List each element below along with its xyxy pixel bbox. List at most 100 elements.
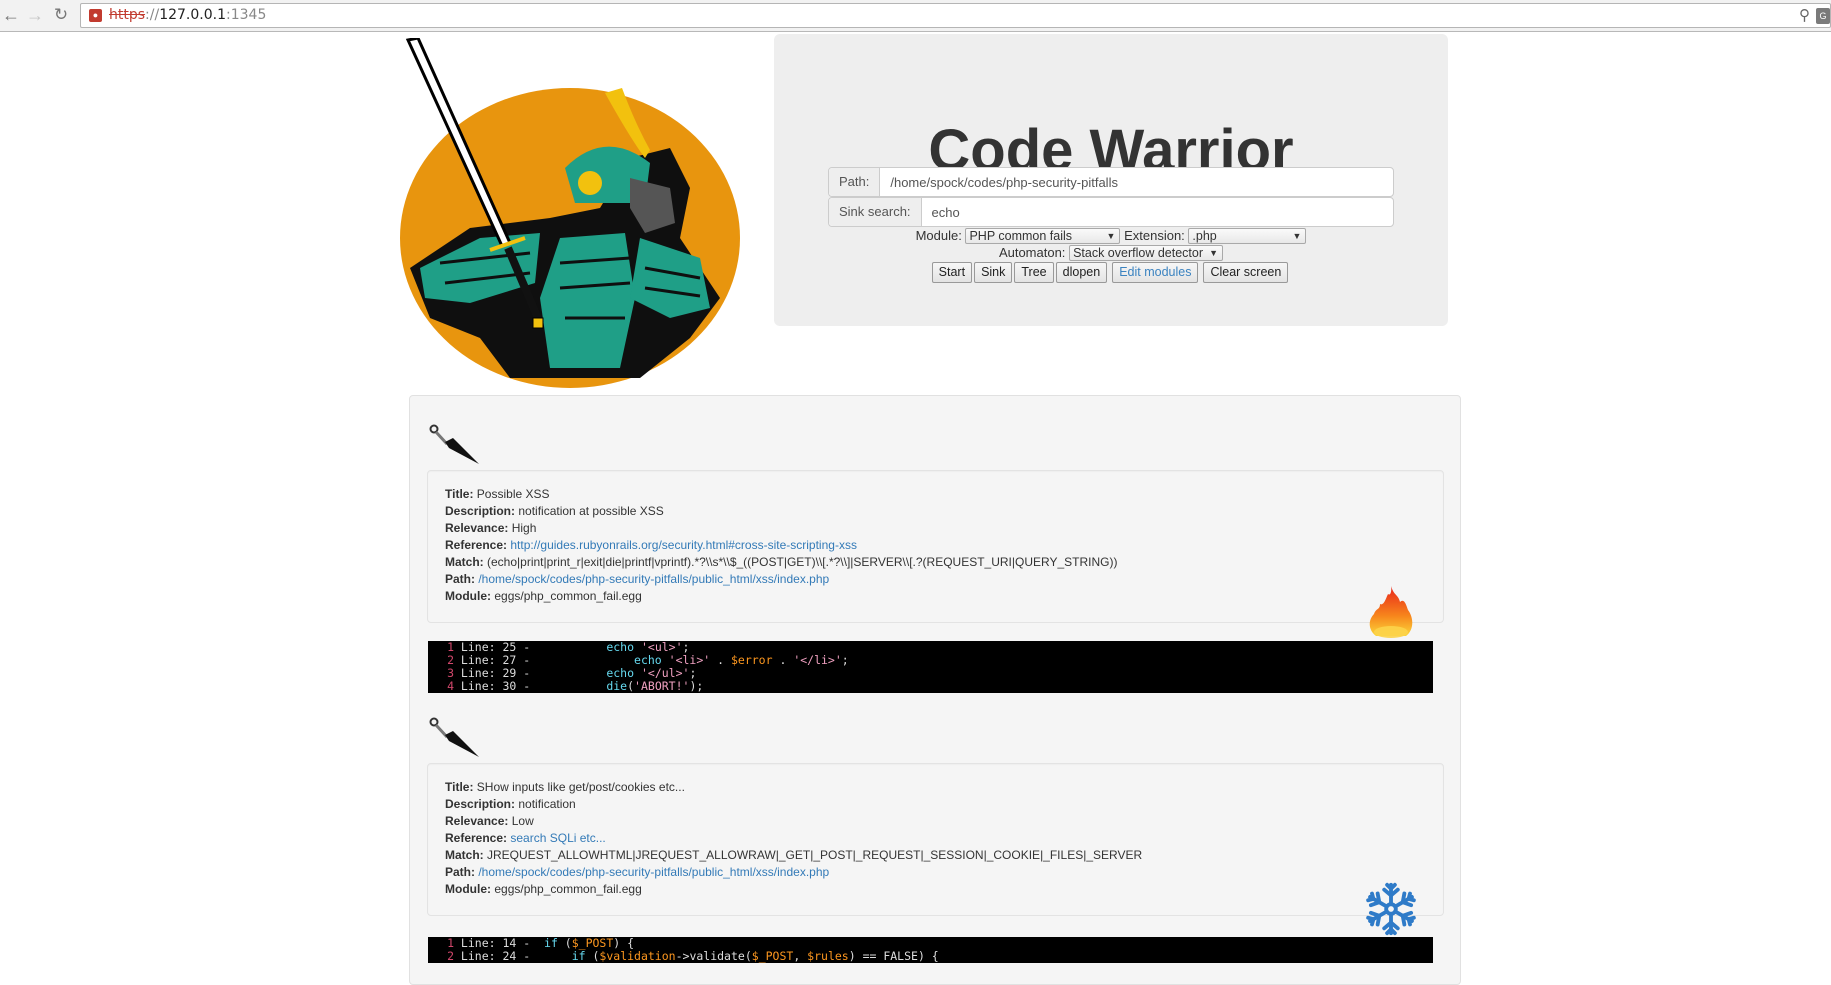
zoom-icon[interactable]: ⚲ (1799, 6, 1810, 24)
dropdown-arrow-icon: ▼ (1209, 248, 1219, 258)
code-token: echo (634, 653, 662, 667)
extension-select-value: .php (1192, 229, 1217, 243)
module-label: Module: (915, 228, 962, 243)
automaton-select[interactable]: Stack overflow detector ▼ (1069, 245, 1224, 261)
path-label: Path: (829, 168, 881, 196)
code-line: 2 Line: 24 - if ($validation->validate($… (428, 950, 1433, 963)
line-prefix: Line: 27 - (454, 653, 635, 667)
sink-search-input-group: Sink search: (828, 197, 1394, 227)
snowflake-icon (1364, 882, 1418, 936)
result-module: Module: eggs/php_common_fail.egg (445, 589, 642, 603)
sink-search-label: Sink search: (829, 198, 922, 226)
code-token: ( (627, 679, 635, 693)
result-card: Title: Possible XSS Description: notific… (427, 470, 1444, 623)
module-select[interactable]: PHP common fails ▼ (965, 228, 1121, 244)
edit-modules-button[interactable]: Edit modules (1112, 262, 1199, 283)
url-port: :1345 (226, 7, 267, 23)
line-prefix: Line: 30 - (454, 679, 607, 693)
code-token: if (571, 949, 586, 963)
result-relevance: Relevance: High (445, 521, 537, 535)
automaton-label: Automaton: (998, 245, 1066, 260)
code-token: ; (841, 653, 849, 667)
code-token: ); (689, 679, 704, 693)
code-token: $rules (807, 949, 849, 963)
code-token: ( (585, 949, 600, 963)
start-button[interactable]: Start (931, 262, 973, 283)
module-select-value: PHP common fails (969, 229, 1073, 243)
dropdown-arrow-icon: ▼ (1106, 231, 1116, 241)
result-match: Match: JREQUEST_ALLOWHTML|JREQUEST_ALLOW… (445, 848, 1143, 862)
code-token: . (710, 653, 731, 667)
code-token: $error (730, 653, 773, 667)
result-relevance: Relevance: Low (445, 814, 534, 828)
result-card: Title: SHow inputs like get/post/cookies… (427, 763, 1444, 916)
code-line: 4 Line: 30 - die('ABORT!'); (428, 680, 1433, 693)
results-panel: Title: Possible XSS Description: notific… (409, 395, 1461, 985)
code-token: ) == FALSE) { (848, 949, 939, 963)
kunai-icon (429, 717, 479, 757)
browser-toolbar: ← → ↻ ● https://127.0.0.1:1345 ⚲ G (0, 0, 1831, 32)
samurai-warrior-logo (400, 38, 740, 388)
url-separator: :// (145, 7, 160, 23)
reference-link[interactable]: search SQLi etc... (510, 831, 605, 845)
line-number: 4 (447, 679, 454, 693)
code-token: $validation (599, 949, 676, 963)
path-link[interactable]: /home/spock/codes/php-security-pitfalls/… (478, 572, 829, 586)
reload-icon[interactable]: ↻ (50, 4, 72, 26)
result-match: Match: (echo|print|print_r|exit|die|prin… (445, 555, 1118, 569)
code-token: , (793, 949, 808, 963)
reference-link[interactable]: http://guides.rubyonrails.org/security.h… (510, 538, 857, 552)
code-token: 'ABORT!' (634, 679, 690, 693)
code-token: . (772, 653, 794, 667)
automaton-select-value: Stack overflow detector (1073, 246, 1203, 260)
automaton-row: Automaton: Stack overflow detector ▼ (774, 245, 1448, 261)
code-token: ; (689, 666, 697, 680)
result-title: Title: Possible XSS (445, 487, 550, 501)
kunai-icon (429, 424, 479, 464)
code-token: echo (606, 666, 635, 680)
path-link[interactable]: /home/spock/codes/php-security-pitfalls/… (478, 865, 829, 879)
code-token: $_POST (751, 949, 794, 963)
result-module: Module: eggs/php_common_fail.egg (445, 882, 642, 896)
line-prefix: Line: 29 - (454, 666, 607, 680)
action-buttons: Start Sink Tree dlopen Edit modules Clear scr… (774, 262, 1448, 283)
code-snippet: 1 Line: 14 - if ($_POST) {2 Line: 24 - i… (428, 937, 1433, 963)
code-token: ->validate( (675, 949, 752, 963)
result-description: Description: notification at possible XS… (445, 504, 664, 518)
line-number: 2 (447, 949, 454, 963)
dropdown-arrow-icon: ▼ (1292, 231, 1302, 241)
code-token: die (606, 679, 628, 693)
extension-icon[interactable]: G (1816, 8, 1830, 24)
fire-icon (1369, 586, 1413, 638)
result-path: Path: /home/spock/codes/php-security-pit… (445, 865, 830, 879)
forward-arrow-icon[interactable]: → (24, 4, 46, 26)
address-bar[interactable]: ● https://127.0.0.1:1345 ⚲ G (80, 3, 1831, 28)
control-panel: Code Warrior Path: Sink search: Module: … (774, 34, 1448, 326)
sink-search-input[interactable] (921, 198, 1393, 226)
result-path: Path: /home/spock/codes/php-security-pit… (445, 572, 830, 586)
code-token: '<li>' (668, 653, 711, 667)
extension-select[interactable]: .php ▼ (1188, 228, 1307, 244)
path-input-group: Path: (828, 167, 1394, 197)
result-description: Description: notification (445, 797, 576, 811)
url-text[interactable]: https://127.0.0.1:1345 (109, 7, 266, 23)
url-scheme: https (109, 7, 146, 23)
dlopen-button[interactable]: dlopen (1055, 262, 1108, 283)
lock-broken-icon[interactable]: ● (89, 9, 102, 22)
code-snippet: 1 Line: 25 - echo '<ul>'; 2 Line: 27 - ec… (428, 641, 1433, 693)
back-arrow-icon[interactable]: ← (0, 4, 22, 26)
code-token: '</li>' (793, 653, 842, 667)
clear-screen-button[interactable]: Clear screen (1203, 262, 1289, 283)
result-title: Title: SHow inputs like get/post/cookies… (445, 780, 685, 794)
tree-button[interactable]: Tree (1014, 262, 1054, 283)
path-input[interactable] (880, 168, 1393, 196)
module-extension-row: Module: PHP common fails ▼ Extension: .ph… (774, 228, 1448, 244)
result-reference: Reference: search SQLi etc... (445, 831, 606, 845)
result-reference: Reference: http://guides.rubyonrails.org… (445, 538, 857, 552)
sink-button[interactable]: Sink (974, 262, 1013, 283)
line-prefix: Line: 24 - (454, 949, 572, 963)
url-host: 127.0.0.1 (159, 7, 226, 23)
extension-label: Extension: (1124, 228, 1185, 243)
